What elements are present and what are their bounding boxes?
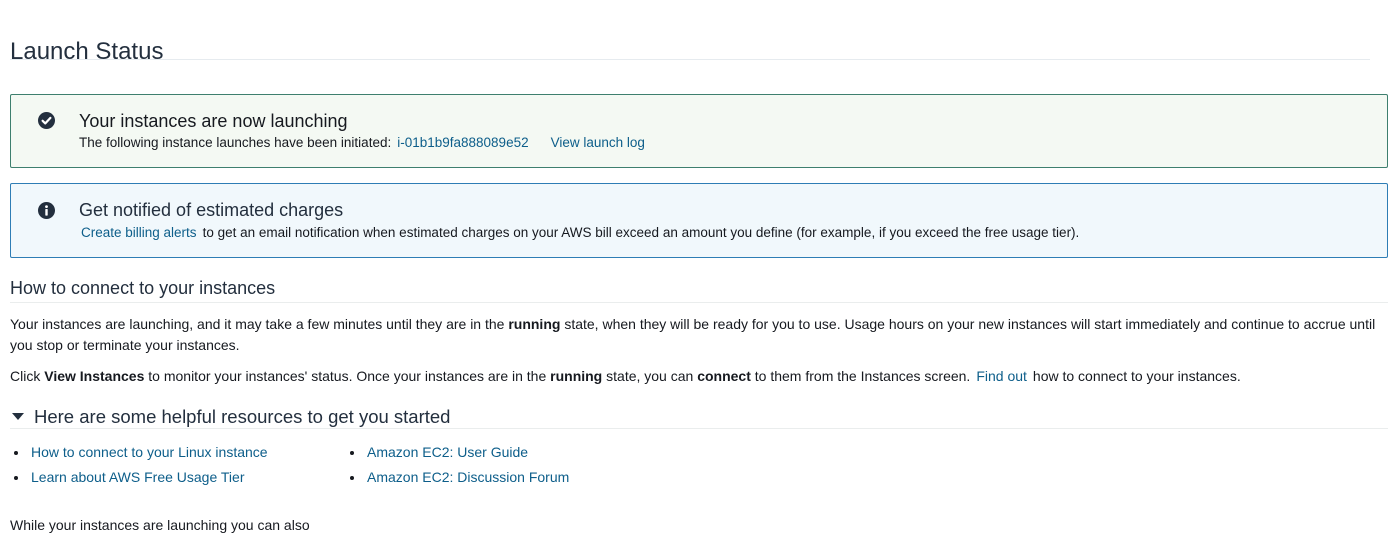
success-alert-text: The following instance launches have bee… — [79, 135, 392, 150]
para2-text-e: to them from the Instances screen. — [754, 368, 971, 384]
list-item: How to connect to your Linux instance — [10, 443, 268, 468]
create-billing-alerts-link[interactable]: Create billing alerts — [81, 225, 197, 240]
check-circle-icon — [38, 112, 55, 129]
page-title: Launch Status — [10, 38, 164, 66]
info-alert-text-line: Create billing alerts to get an email not… — [81, 225, 1079, 240]
ec2-user-guide-link[interactable]: Amazon EC2: User Guide — [367, 444, 528, 460]
success-alert-text-line: The following instance launches have bee… — [79, 135, 645, 150]
success-alert-heading: Your instances are now launching — [79, 111, 348, 131]
ec2-discussion-forum-link[interactable]: Amazon EC2: Discussion Forum — [367, 469, 569, 485]
find-out-link[interactable]: Find out — [976, 368, 1027, 384]
info-alert-heading: Get notified of estimated charges — [79, 200, 344, 220]
bullet-icon — [14, 451, 18, 455]
para1-running-bold: running — [508, 316, 561, 332]
resources-toggle[interactable]: Here are some helpful resources to get y… — [10, 406, 450, 428]
resources-divider — [10, 428, 1388, 429]
para2-text-c: to monitor your instances' status. Once … — [148, 368, 547, 384]
connect-section-title: How to connect to your instances — [10, 278, 276, 298]
connect-paragraph-2: Click View Instances to monitor your ins… — [10, 366, 1385, 387]
launching-also-text: While your instances are launching you c… — [10, 517, 310, 533]
para2-text-f: how to connect to your instances. — [1032, 368, 1241, 384]
view-launch-log-link[interactable]: View launch log — [551, 135, 645, 150]
resources-list-right: Amazon EC2: User Guide Amazon EC2: Discu… — [346, 443, 569, 493]
para1-text-a: Your instances are launching, and it may… — [10, 316, 505, 332]
para2-running-bold: running — [550, 368, 603, 384]
info-circle-icon — [38, 202, 55, 219]
launch-success-alert: Your instances are now launching The fol… — [10, 94, 1388, 168]
para2-connect-bold: connect — [697, 368, 751, 384]
free-usage-tier-link[interactable]: Learn about AWS Free Usage Tier — [31, 469, 244, 485]
connect-section-divider — [10, 302, 1388, 303]
instance-id-link[interactable]: i-01b1b9fa888089e52 — [397, 135, 528, 150]
bullet-icon — [350, 451, 354, 455]
list-item: Amazon EC2: Discussion Forum — [346, 468, 569, 493]
title-divider — [10, 59, 1370, 60]
caret-down-icon — [12, 412, 24, 420]
connect-paragraph-1: Your instances are launching, and it may… — [10, 314, 1385, 356]
billing-info-alert: Get notified of estimated charges Create… — [10, 183, 1388, 258]
bullet-icon — [14, 476, 18, 480]
linux-connect-link[interactable]: How to connect to your Linux instance — [31, 444, 268, 460]
resources-list-left: How to connect to your Linux instance Le… — [10, 443, 268, 493]
para2-view-instances-bold: View Instances — [44, 368, 145, 384]
para2-text-a: Click — [10, 368, 41, 384]
bullet-icon — [350, 476, 354, 480]
list-item: Learn about AWS Free Usage Tier — [10, 468, 268, 493]
para2-text-d: state, you can — [606, 368, 694, 384]
list-item: Amazon EC2: User Guide — [346, 443, 569, 468]
resources-title: Here are some helpful resources to get y… — [34, 406, 451, 427]
info-alert-text: to get an email notification when estima… — [202, 225, 1080, 240]
